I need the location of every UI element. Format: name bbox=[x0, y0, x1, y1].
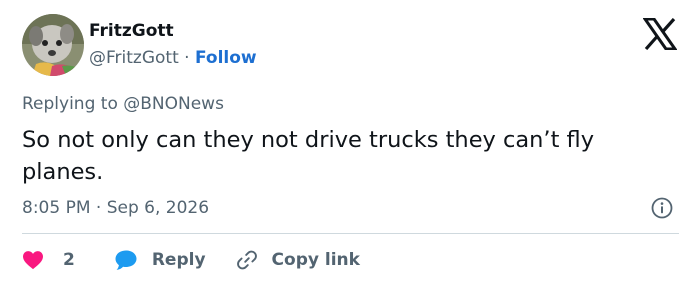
follow-button[interactable]: Follow bbox=[195, 48, 257, 68]
info-icon[interactable] bbox=[650, 196, 674, 220]
copy-link-label: Copy link bbox=[271, 250, 360, 270]
copy-link-button[interactable]: Copy link bbox=[235, 248, 360, 272]
x-logo-icon[interactable] bbox=[642, 17, 678, 51]
user-handle[interactable]: @FritzGott bbox=[89, 48, 179, 68]
tweet-time[interactable]: 8:05 PM bbox=[22, 198, 91, 218]
replying-to: Replying to @BNONews bbox=[22, 94, 224, 114]
like-button[interactable]: 2 bbox=[22, 250, 75, 270]
tweet-embed-card: FritzGott @FritzGott · Follow Replying t… bbox=[0, 0, 700, 287]
reply-prefix: Replying to bbox=[22, 94, 118, 114]
handle-row: @FritzGott · Follow bbox=[89, 48, 257, 68]
heart-icon bbox=[22, 250, 44, 270]
meta-separator: · bbox=[95, 198, 102, 218]
handle-separator: · bbox=[184, 48, 190, 68]
divider bbox=[22, 233, 679, 234]
display-name[interactable]: FritzGott bbox=[89, 21, 174, 41]
reply-label: Reply bbox=[151, 250, 206, 270]
tweet-text: So not only can they not drive trucks th… bbox=[22, 127, 595, 185]
action-bar: 2 Reply Copy link bbox=[22, 244, 360, 276]
link-icon bbox=[235, 248, 259, 272]
tweet-timestamp[interactable]: 8:05 PM · Sep 6, 2026 bbox=[22, 198, 209, 218]
reply-button[interactable]: Reply bbox=[114, 249, 206, 271]
avatar[interactable] bbox=[22, 14, 84, 76]
speech-bubble-icon bbox=[114, 249, 138, 271]
reply-mention-link[interactable]: @BNONews bbox=[123, 94, 224, 114]
like-count: 2 bbox=[63, 250, 75, 270]
tweet-date[interactable]: Sep 6, 2026 bbox=[107, 198, 209, 218]
